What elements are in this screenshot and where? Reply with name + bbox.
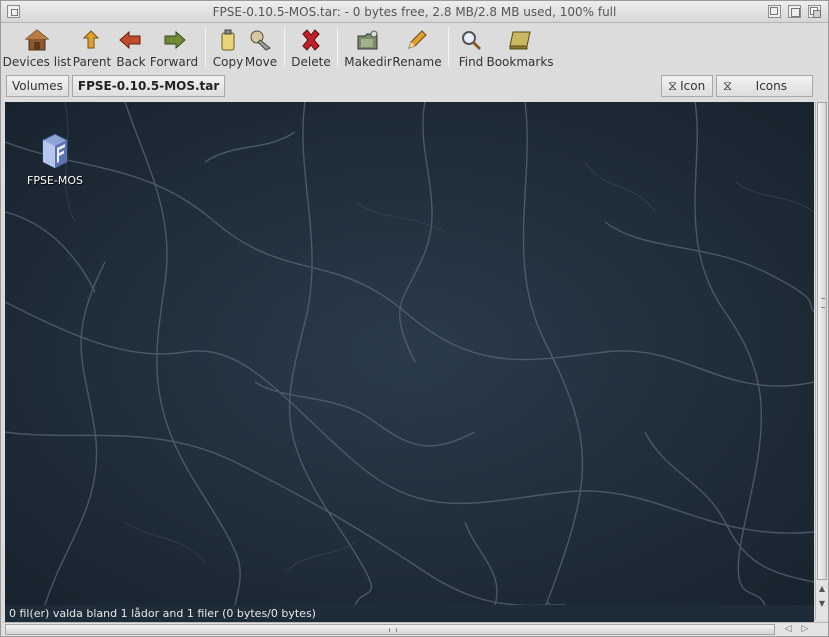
toolbar-separator	[448, 27, 449, 67]
find-label: Find	[458, 55, 484, 69]
view-sort-button[interactable]: ⧖ Icons	[716, 75, 813, 97]
hourglass-icon: ⧖	[668, 78, 678, 94]
horizontal-scroll-thumb[interactable]	[5, 624, 775, 635]
hourglass-icon: ⧖	[723, 78, 733, 94]
file-item-label: FPSE-MOS	[27, 174, 83, 187]
parent-label: Parent	[72, 55, 112, 69]
cracked-texture-background	[5, 102, 814, 605]
toolbar: Devices list Parent Back Forward Copy Mo…	[3, 24, 826, 72]
file-item[interactable]: FPSE-MOS	[23, 132, 87, 187]
view-sort-label: Icons	[755, 79, 787, 93]
find-button[interactable]: Find	[455, 24, 487, 70]
vertical-scrollbar[interactable]: ▲ ▼	[815, 102, 828, 620]
iconify-icon[interactable]	[768, 5, 781, 18]
forward-button[interactable]: Forward	[149, 24, 199, 70]
window-title: FPSE-0.10.5-MOS.tar: - 0 bytes free, 2.8…	[212, 4, 617, 19]
zoom-icon[interactable]	[788, 5, 801, 18]
move-label: Move	[244, 55, 278, 69]
move-icon	[247, 27, 275, 53]
rename-button[interactable]: Rename	[392, 24, 442, 70]
up-arrow-icon	[78, 27, 106, 53]
breadcrumb: Volumes FPSE-0.10.5-MOS.tar	[6, 75, 226, 97]
magnifier-icon	[457, 27, 485, 53]
toolbar-separator	[205, 27, 206, 67]
close-window-icon[interactable]	[7, 5, 20, 18]
back-label: Back	[116, 55, 146, 69]
forward-label: Forward	[149, 55, 199, 69]
toolbar-separator	[284, 27, 285, 67]
devices-list-label: Devices list	[2, 55, 72, 69]
scroll-left-icon[interactable]: ◁	[781, 623, 795, 636]
bookmarks-label: Bookmarks	[486, 55, 554, 69]
scroll-right-icon[interactable]: ▷	[798, 623, 812, 636]
file-manager-window: FPSE-0.10.5-MOS.tar: - 0 bytes free, 2.8…	[0, 0, 829, 637]
view-mode-label: Icon	[680, 79, 706, 93]
bookmarks-button[interactable]: Bookmarks	[486, 24, 554, 70]
scroll-down-icon[interactable]: ▼	[817, 598, 827, 610]
delete-icon	[297, 27, 325, 53]
scroll-up-icon[interactable]: ▲	[817, 583, 827, 595]
move-button[interactable]: Move	[244, 24, 278, 70]
crumb-volumes[interactable]: Volumes	[6, 75, 69, 97]
house-icon	[23, 27, 51, 53]
horizontal-scrollbar[interactable]: ◁ ▷	[3, 622, 828, 636]
parent-button[interactable]: Parent	[71, 24, 113, 70]
delete-button[interactable]: Delete	[291, 24, 331, 70]
depth-icon[interactable]	[808, 5, 821, 18]
forward-arrow-icon	[160, 27, 188, 53]
crumb-current[interactable]: FPSE-0.10.5-MOS.tar	[71, 75, 226, 97]
drawer-icon	[42, 133, 68, 169]
copy-icon	[214, 27, 242, 53]
bookmark-book-icon	[506, 27, 534, 53]
copy-button[interactable]: Copy	[212, 24, 244, 70]
makedir-button[interactable]: Makedir	[344, 24, 392, 70]
pencil-icon	[403, 27, 431, 53]
rename-label: Rename	[392, 55, 442, 69]
makedir-label: Makedir	[344, 55, 392, 69]
toolbar-separator	[337, 27, 338, 67]
back-arrow-icon	[117, 27, 145, 53]
title-bar[interactable]: FPSE-0.10.5-MOS.tar: - 0 bytes free, 2.8…	[1, 1, 828, 23]
makedir-icon	[354, 27, 382, 53]
devices-list-button[interactable]: Devices list	[3, 24, 71, 70]
view-mode-button[interactable]: ⧖ Icon	[661, 75, 713, 97]
status-bar: 0 fil(er) valda bland 1 lådor and 1 file…	[5, 605, 814, 622]
vertical-scroll-thumb[interactable]	[817, 102, 827, 580]
view-controls: ⧖ Icon ⧖ Icons	[661, 75, 813, 97]
back-button[interactable]: Back	[113, 24, 149, 70]
copy-label: Copy	[212, 55, 244, 69]
delete-label: Delete	[291, 55, 331, 69]
file-view-area[interactable]: FPSE-MOS	[5, 102, 814, 605]
